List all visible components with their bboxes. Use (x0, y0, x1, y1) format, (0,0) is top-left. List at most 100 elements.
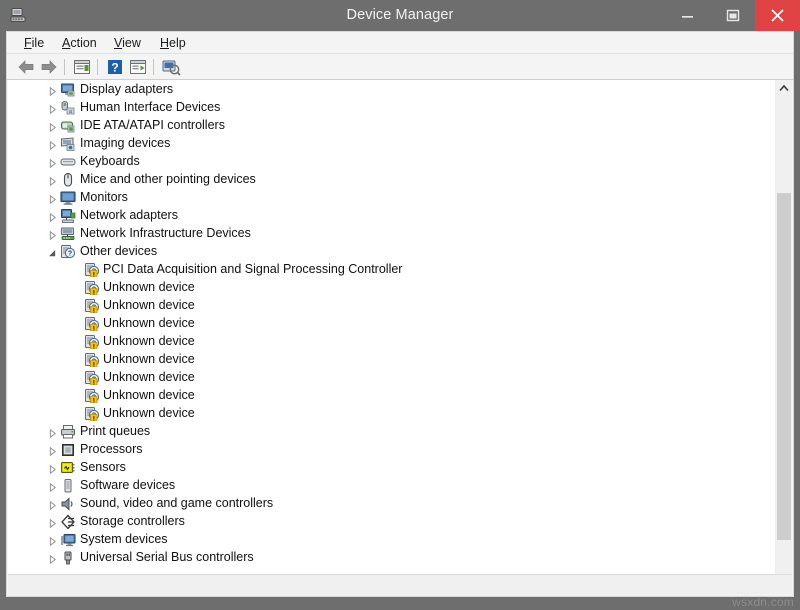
tree-row-display-adapters[interactable]: Display adapters (8, 80, 773, 98)
tree-row-imaging-devices[interactable]: Imaging devices (8, 134, 773, 152)
tree-row-label: Unknown device (103, 297, 195, 313)
help-button[interactable]: ? (104, 57, 126, 77)
tree-row-unknown-device[interactable]: ?Unknown device (8, 368, 773, 386)
tree-row-unknown-device[interactable]: ?Unknown device (8, 332, 773, 350)
tree-row-unknown-device[interactable]: ?Unknown device (8, 350, 773, 368)
svg-text:?: ? (111, 61, 118, 75)
tree-row-human-interface-devices[interactable]: aHuman Interface Devices (8, 98, 773, 116)
tree-row-label: Unknown device (103, 387, 195, 403)
tree-row-universal-serial-bus-controllers[interactable]: Universal Serial Bus controllers (8, 548, 773, 566)
tree-row-label: Unknown device (103, 315, 195, 331)
unknown-device-icon warning-badge-icon: ? (84, 280, 100, 295)
vertical-scrollbar[interactable] (775, 80, 792, 595)
tree-row-label: Unknown device (103, 369, 195, 385)
tree-row-unknown-device[interactable]: ?Unknown device (8, 314, 773, 332)
minimize-button[interactable] (665, 0, 710, 31)
svg-text:?: ? (68, 250, 72, 257)
maximize-button[interactable] (710, 0, 755, 31)
tree-row-print-queues[interactable]: Print queues (8, 422, 773, 440)
tree-row-label: Unknown device (103, 405, 195, 421)
twisty-collapsed-icon[interactable] (47, 120, 58, 131)
menu-action[interactable]: Action (55, 34, 104, 52)
twisty-collapsed-icon[interactable] (47, 552, 58, 563)
close-button[interactable] (755, 0, 800, 31)
tree-row-sound-video-and-game-controllers[interactable]: Sound, video and game controllers (8, 494, 773, 512)
tree-row-sensors[interactable]: Sensors (8, 458, 773, 476)
ide-controller-icon (60, 118, 76, 133)
printer-icon (60, 424, 76, 439)
menu-view[interactable]: View (107, 34, 148, 52)
twisty-collapsed-icon[interactable] (47, 228, 58, 239)
tree-row-unknown-device[interactable]: ?Unknown device (8, 404, 773, 422)
tree-row-label: Unknown device (103, 333, 195, 349)
tree-row-label: Other devices (80, 243, 157, 259)
back-arrow-icon (15, 57, 37, 77)
storage-controller-icon (60, 514, 76, 529)
tree-row-label: Unknown device (103, 351, 195, 367)
twisty-expanded-icon[interactable] (47, 246, 58, 257)
unknown-device-icon warning-badge-icon: ? (84, 388, 100, 403)
title-bar: Device Manager (0, 0, 800, 31)
tree-row-software-devices[interactable]: Software devices (8, 476, 773, 494)
twisty-collapsed-icon[interactable] (47, 210, 58, 221)
close-icon (755, 0, 800, 31)
tree-row-label: Storage controllers (80, 513, 185, 529)
unknown-device-icon warning-badge-icon: ? (84, 406, 100, 421)
twisty-collapsed-icon[interactable] (47, 156, 58, 167)
processor-icon (60, 442, 76, 457)
tree-row-unknown-device[interactable]: ?Unknown device (8, 278, 773, 296)
tree-row-unknown-device[interactable]: ?Unknown device (8, 296, 773, 314)
twisty-collapsed-icon[interactable] (47, 138, 58, 149)
unknown-device-icon warning-badge-icon: ? (84, 352, 100, 367)
tree-row-storage-controllers[interactable]: Storage controllers (8, 512, 773, 530)
tree-row-mice-and-other-pointing-devices[interactable]: Mice and other pointing devices (8, 170, 773, 188)
imaging-device-icon (60, 136, 76, 151)
sound-icon (60, 496, 76, 511)
tree-row-pci-data-acquisition-and-signal-processing-controller[interactable]: ?PCI Data Acquisition and Signal Process… (8, 260, 773, 278)
twisty-collapsed-icon[interactable] (47, 192, 58, 203)
twisty-collapsed-icon[interactable] (47, 102, 58, 113)
properties-icon (71, 57, 93, 77)
tree-row-label: Monitors (80, 189, 128, 205)
twisty-collapsed-icon[interactable] (47, 174, 58, 185)
update-driver-button[interactable] (160, 57, 182, 77)
chevron-up-icon (776, 80, 792, 97)
toolbar-separator-1 (64, 59, 65, 75)
tree-row-processors[interactable]: Processors (8, 440, 773, 458)
tree-row-system-devices[interactable]: System devices (8, 530, 773, 548)
tree-row-monitors[interactable]: Monitors (8, 188, 773, 206)
tree-row-label: Software devices (80, 477, 175, 493)
device-tree-pane[interactable]: Display adaptersaHuman Interface Devices… (8, 80, 792, 595)
tree-row-network-adapters[interactable]: Network adapters (8, 206, 773, 224)
toolbar-separator-3 (153, 59, 154, 75)
scrollbar-up-button[interactable] (776, 80, 792, 97)
twisty-collapsed-icon[interactable] (47, 426, 58, 437)
unknown-device-icon warning-badge-icon: ? (84, 370, 100, 385)
properties-button[interactable] (71, 57, 93, 77)
twisty-collapsed-icon[interactable] (47, 498, 58, 509)
menu-file[interactable]: File (17, 34, 51, 52)
forward-button[interactable] (38, 57, 60, 77)
twisty-collapsed-icon[interactable] (47, 84, 58, 95)
menu-help[interactable]: Help (153, 34, 193, 52)
scan-hardware-button[interactable] (127, 57, 149, 77)
twisty-collapsed-icon[interactable] (47, 444, 58, 455)
toolbar-separator-2 (97, 59, 98, 75)
twisty-collapsed-icon[interactable] (47, 480, 58, 491)
twisty-collapsed-icon[interactable] (47, 534, 58, 545)
display-adapter-icon (60, 82, 76, 97)
minimize-icon (665, 0, 710, 31)
help-question-icon: ? (104, 57, 126, 77)
tree-row-network-infrastructure-devices[interactable]: Network Infrastructure Devices (8, 224, 773, 242)
back-button[interactable] (15, 57, 37, 77)
twisty-collapsed-icon[interactable] (47, 462, 58, 473)
tree-row-label: Mice and other pointing devices (80, 171, 256, 187)
tree-row-other-devices[interactable]: ? Other devices (8, 242, 773, 260)
tree-row-label: Network Infrastructure Devices (80, 225, 251, 241)
scrollbar-thumb[interactable] (777, 193, 791, 539)
twisty-collapsed-icon[interactable] (47, 516, 58, 527)
tree-row-keyboards[interactable]: Keyboards (8, 152, 773, 170)
tree-row-unknown-device[interactable]: ?Unknown device (8, 386, 773, 404)
unknown-device-icon warning-badge-icon: ? (84, 334, 100, 349)
tree-row-ide-ata-atapi-controllers[interactable]: IDE ATA/ATAPI controllers (8, 116, 773, 134)
